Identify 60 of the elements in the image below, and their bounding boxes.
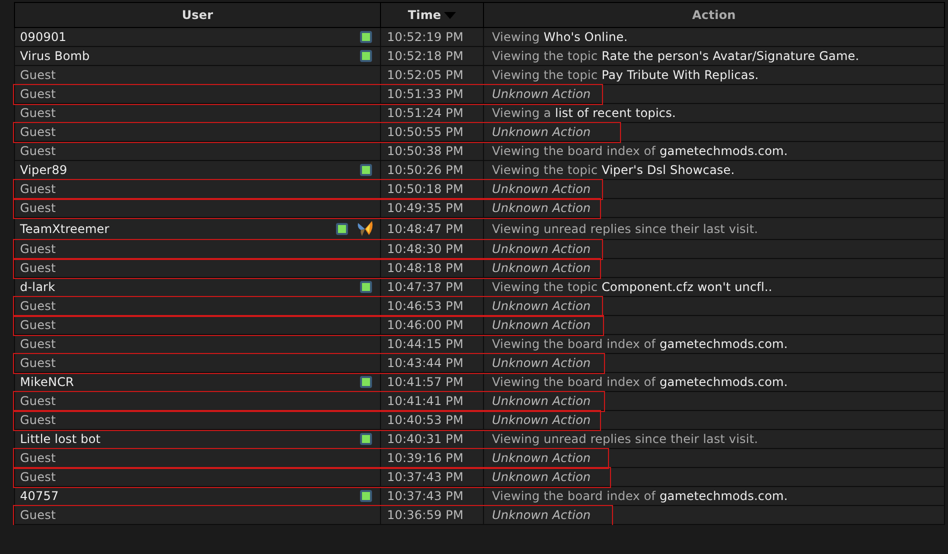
action-text: Viewing the board index of gametechmods.com. [492, 144, 788, 158]
sort-arrow-icon [444, 12, 456, 20]
time-cell: 10:50:38 PM [380, 142, 484, 160]
time-cell: 10:49:35 PM [380, 198, 484, 218]
time-cell: 10:48:18 PM [380, 258, 484, 278]
time-cell: 10:46:00 PM [380, 316, 484, 334]
user-name: Guest [20, 242, 57, 256]
action-text: Unknown Action [492, 394, 591, 408]
time-cell: 10:51:33 PM [380, 84, 484, 104]
action-text: Unknown Action [492, 451, 591, 465]
column-header[interactable]: User [14, 2, 380, 28]
time-cell: 10:36:59 PM [380, 506, 484, 524]
action-text: Unknown Action [492, 318, 591, 332]
user-name: Guest [20, 125, 57, 139]
column-header[interactable]: Action [484, 2, 944, 28]
action-text: Viewing a list of recent topics. [492, 106, 676, 120]
action-text: Unknown Action [492, 299, 591, 313]
action-text: Unknown Action [492, 356, 591, 370]
action-text: Unknown Action [492, 470, 591, 484]
action-text: Unknown Action [492, 125, 591, 139]
user-name: Guest [20, 394, 57, 408]
user-name: Guest [20, 299, 57, 313]
action-text: Viewing the board index of gametechmods.com. [492, 375, 788, 389]
user-name: Guest [20, 261, 57, 275]
action-text: Unknown Action [492, 87, 591, 101]
user-name: Guest [20, 106, 57, 120]
user-name: Guest [20, 87, 57, 101]
user-name: Guest [20, 318, 57, 332]
action-text: Viewing unread replies since their last visit. [492, 432, 758, 446]
action-text: Viewing the board index of gametechmods.com. [492, 489, 788, 503]
time-cell: 10:52:18 PM [380, 46, 484, 66]
user-name: Guest [20, 470, 57, 484]
column-header[interactable]: Time [380, 2, 484, 28]
user-name: Guest [20, 337, 57, 351]
action-text: Unknown Action [492, 261, 591, 275]
time-cell: 10:43:44 PM [380, 354, 484, 372]
user-name: Guest [20, 68, 57, 82]
action-text: Viewing the topic Component.cfz won't uncfl.. [492, 280, 772, 294]
time-cell: 10:40:53 PM [380, 410, 484, 430]
action-text: Unknown Action [492, 242, 591, 256]
user-name: Guest [20, 451, 57, 465]
action-text: Viewing Who's Online. [492, 30, 628, 44]
action-text: Unknown Action [492, 508, 591, 522]
action-text: Unknown Action [492, 201, 591, 215]
user-name: Guest [20, 508, 57, 522]
time-cell: 10:50:55 PM [380, 122, 484, 142]
action-text: Unknown Action [492, 413, 591, 427]
user-name: Guest [20, 182, 57, 196]
action-text: Unknown Action [492, 182, 591, 196]
action-text: Viewing the topic Rate the person's Avatar/Signature Game. [492, 49, 860, 63]
user-name: Guest [20, 201, 57, 215]
user-name: Guest [20, 413, 57, 427]
user-name: Guest [20, 144, 57, 158]
action-text: Viewing unread replies since their last visit. [492, 222, 758, 236]
time-cell: 10:52:19 PM [380, 28, 484, 46]
action-text: Viewing the board index of gametechmods.com. [492, 337, 788, 351]
action-text: Viewing the topic Viper's Dsl Showcase. [492, 163, 735, 177]
action-text: Viewing the topic Pay Tribute With Replicas. [492, 68, 759, 82]
user-name: Guest [20, 356, 57, 370]
time-cell: 10:37:43 PM [380, 468, 484, 486]
